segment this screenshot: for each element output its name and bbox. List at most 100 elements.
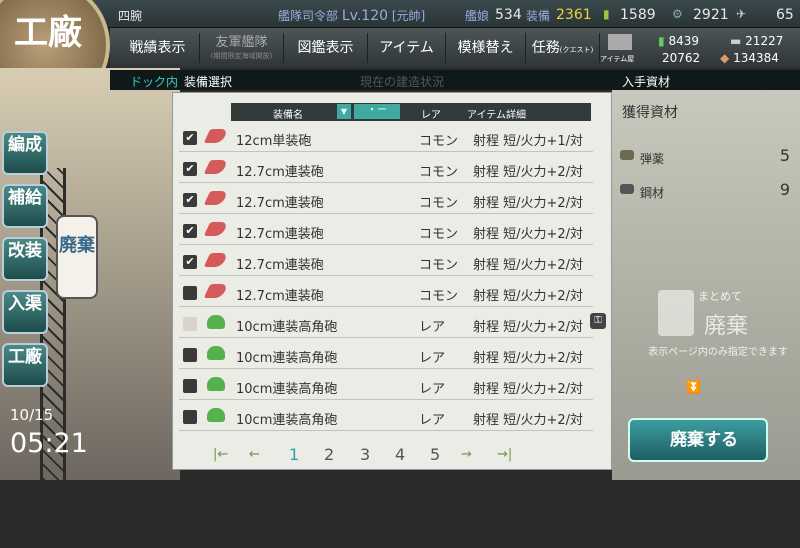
last-page-button[interactable]: ⇝| <box>497 447 512 462</box>
steel-icon <box>620 184 634 194</box>
page-4[interactable]: 4 <box>395 445 405 464</box>
page-1[interactable]: 1 <box>289 445 299 464</box>
obtained-steel-label: 鋼材 <box>640 186 665 200</box>
bucket-count: 1589 <box>620 7 656 23</box>
row-checkbox[interactable] <box>183 348 197 362</box>
row-checkbox[interactable]: ✔ <box>183 131 197 145</box>
row-detail: 射程 短/火力+2/対 <box>473 196 584 211</box>
baux-icon: ◆ <box>720 51 730 65</box>
bulk-sub-label: 表示ページ内のみ指定できます <box>648 347 788 358</box>
row-name: 12cm単装砲 <box>236 134 312 149</box>
aa-gun-icon <box>207 315 225 329</box>
row-detail: 射程 短/火力+2/対 <box>473 320 584 335</box>
row-name: 12.7cm連装砲 <box>236 258 324 273</box>
row-checkbox[interactable]: ✔ <box>183 193 197 207</box>
row-checkbox[interactable]: ✔ <box>183 224 197 238</box>
clock: 05:21 <box>10 428 88 459</box>
obtained-steel: 鋼材 9 <box>618 180 794 206</box>
sidebar-remodel[interactable]: 改装 <box>2 237 48 281</box>
page-3[interactable]: 3 <box>360 445 370 464</box>
prev-page-button[interactable]: ⇜ <box>249 447 260 462</box>
next-page-button[interactable]: ⇝ <box>461 447 472 462</box>
steel-icon: ▬ <box>730 34 742 48</box>
lock-icon[interactable]: ⚿ <box>590 313 606 329</box>
nav-items[interactable]: アイテム <box>368 33 446 63</box>
sidebar-arsenal[interactable]: 工廠 <box>2 343 48 387</box>
discard-button[interactable]: 廃棄する <box>628 418 768 462</box>
bulk-scrap-button[interactable]: まとめて 廃棄 表示ページ内のみ指定できます <box>648 280 788 380</box>
ammo-count-wrap: 20762 <box>662 51 700 65</box>
table-row[interactable]: 12.7cm連装砲 コモン 射程 短/火力+2/対 <box>179 278 593 307</box>
table-row[interactable]: 10cm連装高角砲 レア 射程 短/火力+2/対 <box>179 402 593 431</box>
aa-gun-icon <box>207 408 225 422</box>
table-row[interactable]: ✔ 12.7cm連装砲 コモン 射程 短/火力+2/対 <box>179 216 593 245</box>
nav-records[interactable]: 戦績表示 <box>116 33 200 63</box>
crumb-equip-select: 装備選択 <box>184 75 233 89</box>
row-checkbox[interactable] <box>183 379 197 393</box>
crumb-build-status: 現在の建造状況 <box>360 75 445 89</box>
obtained-title: 獲得資材 <box>622 105 678 121</box>
row-detail: 射程 短/火力+2/対 <box>473 413 584 428</box>
page-2[interactable]: 2 <box>324 445 334 464</box>
row-rarity: コモン <box>419 227 459 242</box>
nav-friend-fleet[interactable]: 友軍艦隊 (期間限定海域開放) <box>200 33 284 63</box>
row-name: 12.7cm連装砲 <box>236 196 324 211</box>
table-row[interactable]: 10cm連装高角砲 レア 射程 短/火力+2/対 <box>179 309 593 338</box>
row-checkbox[interactable] <box>183 410 197 424</box>
main-nav: 戦績表示 友軍艦隊 (期間限定海域開放) 図鑑表示 アイテム 模様替え 任務(クエ… <box>110 28 800 68</box>
hq-level: Lv.120 <box>341 8 389 24</box>
table-row[interactable]: ✔ 12.7cm連装砲 コモン 射程 短/火力+2/対 <box>179 154 593 183</box>
table-row[interactable]: ✔ 12cm単装砲 コモン 射程 短/火力+1/対 <box>179 123 593 152</box>
nav-quests-label: 任務 <box>531 40 560 56</box>
nav-quests[interactable]: 任務(クエスト) <box>526 33 600 63</box>
item-shop-button[interactable]: アイテム屋 <box>600 32 640 64</box>
crumb-obtained: 入手資材 <box>622 75 671 89</box>
nav-encyclopedia[interactable]: 図鑑表示 <box>284 33 368 63</box>
row-detail: 射程 短/火力+1/対 <box>473 134 584 149</box>
fuel-icon: ▮ <box>658 34 665 48</box>
row-name: 12.7cm連装砲 <box>236 289 324 304</box>
ship-count: 534 <box>495 7 522 23</box>
sidebar-repair[interactable]: 入渠 <box>2 290 48 334</box>
main-gun-icon <box>203 253 229 267</box>
logo-text: 工廠 <box>14 13 82 53</box>
sort-dropdown-icon[interactable]: ▼ <box>337 104 351 119</box>
row-checkbox[interactable]: ✔ <box>183 162 197 176</box>
obtained-ammo-label: 弾薬 <box>640 152 665 166</box>
row-detail: 射程 短/火力+2/対 <box>473 227 584 242</box>
nav-furniture[interactable]: 模様替え <box>446 33 526 63</box>
table-row[interactable]: 10cm連装高角砲 レア 射程 短/火力+2/対 <box>179 340 593 369</box>
devmat-icon: ⚙ <box>672 7 683 21</box>
sidebar-resupply[interactable]: 補給 <box>2 184 48 228</box>
equip-label: 装備 <box>526 9 551 23</box>
row-name: 10cm連装高角砲 <box>236 351 338 366</box>
table-row[interactable]: 10cm連装高角砲 レア 射程 短/火力+2/対 <box>179 371 593 400</box>
row-checkbox[interactable] <box>183 286 197 300</box>
ammo-count: 20762 <box>662 51 701 65</box>
bulk-top-label: まとめて <box>698 290 742 303</box>
nav-friend-fleet-sub: (期間限定海域開放) <box>210 52 273 60</box>
hq-rank: [元帥] <box>391 9 426 23</box>
date: 10/15 <box>10 406 54 424</box>
shop-label: アイテム屋 <box>600 55 635 63</box>
fuel-count-wrap: ▮ 8439 <box>658 34 699 48</box>
steel-count: 21227 <box>745 34 784 48</box>
devmat-count: 2921 <box>693 7 729 23</box>
bucket-icon: ▮ <box>603 7 610 21</box>
first-page-button[interactable]: |⇜ <box>213 447 228 462</box>
table-row[interactable]: ✔ 12.7cm連装砲 コモン 射程 短/火力+2/対 <box>179 247 593 276</box>
table-row[interactable]: ✔ 12.7cm連装砲 コモン 射程 短/火力+2/対 <box>179 185 593 214</box>
hq-level-label: 艦隊司令部 <box>278 9 339 23</box>
sort-mode-button[interactable]: ・ー <box>354 104 400 119</box>
row-rarity: コモン <box>419 289 459 304</box>
row-checkbox[interactable]: ✔ <box>183 255 197 269</box>
row-name: 10cm連装高角砲 <box>236 413 338 428</box>
row-checkbox[interactable] <box>183 317 197 331</box>
page-5[interactable]: 5 <box>430 445 440 464</box>
equipment-list-panel: 装備名 ▼ ・ー レア アイテム詳細 ✔ 12cm単装砲 コモン 射程 短/火力… <box>172 92 612 470</box>
row-detail: 射程 短/火力+2/対 <box>473 289 584 304</box>
breadcrumb: ドック内 装備選択 現在の建造状況 入手資材 <box>110 70 800 90</box>
obtained-ammo-value: 5 <box>779 146 790 165</box>
sidebar-organize[interactable]: 編成 <box>2 131 48 175</box>
scrap-tab-button[interactable]: 廃棄 <box>56 215 98 299</box>
